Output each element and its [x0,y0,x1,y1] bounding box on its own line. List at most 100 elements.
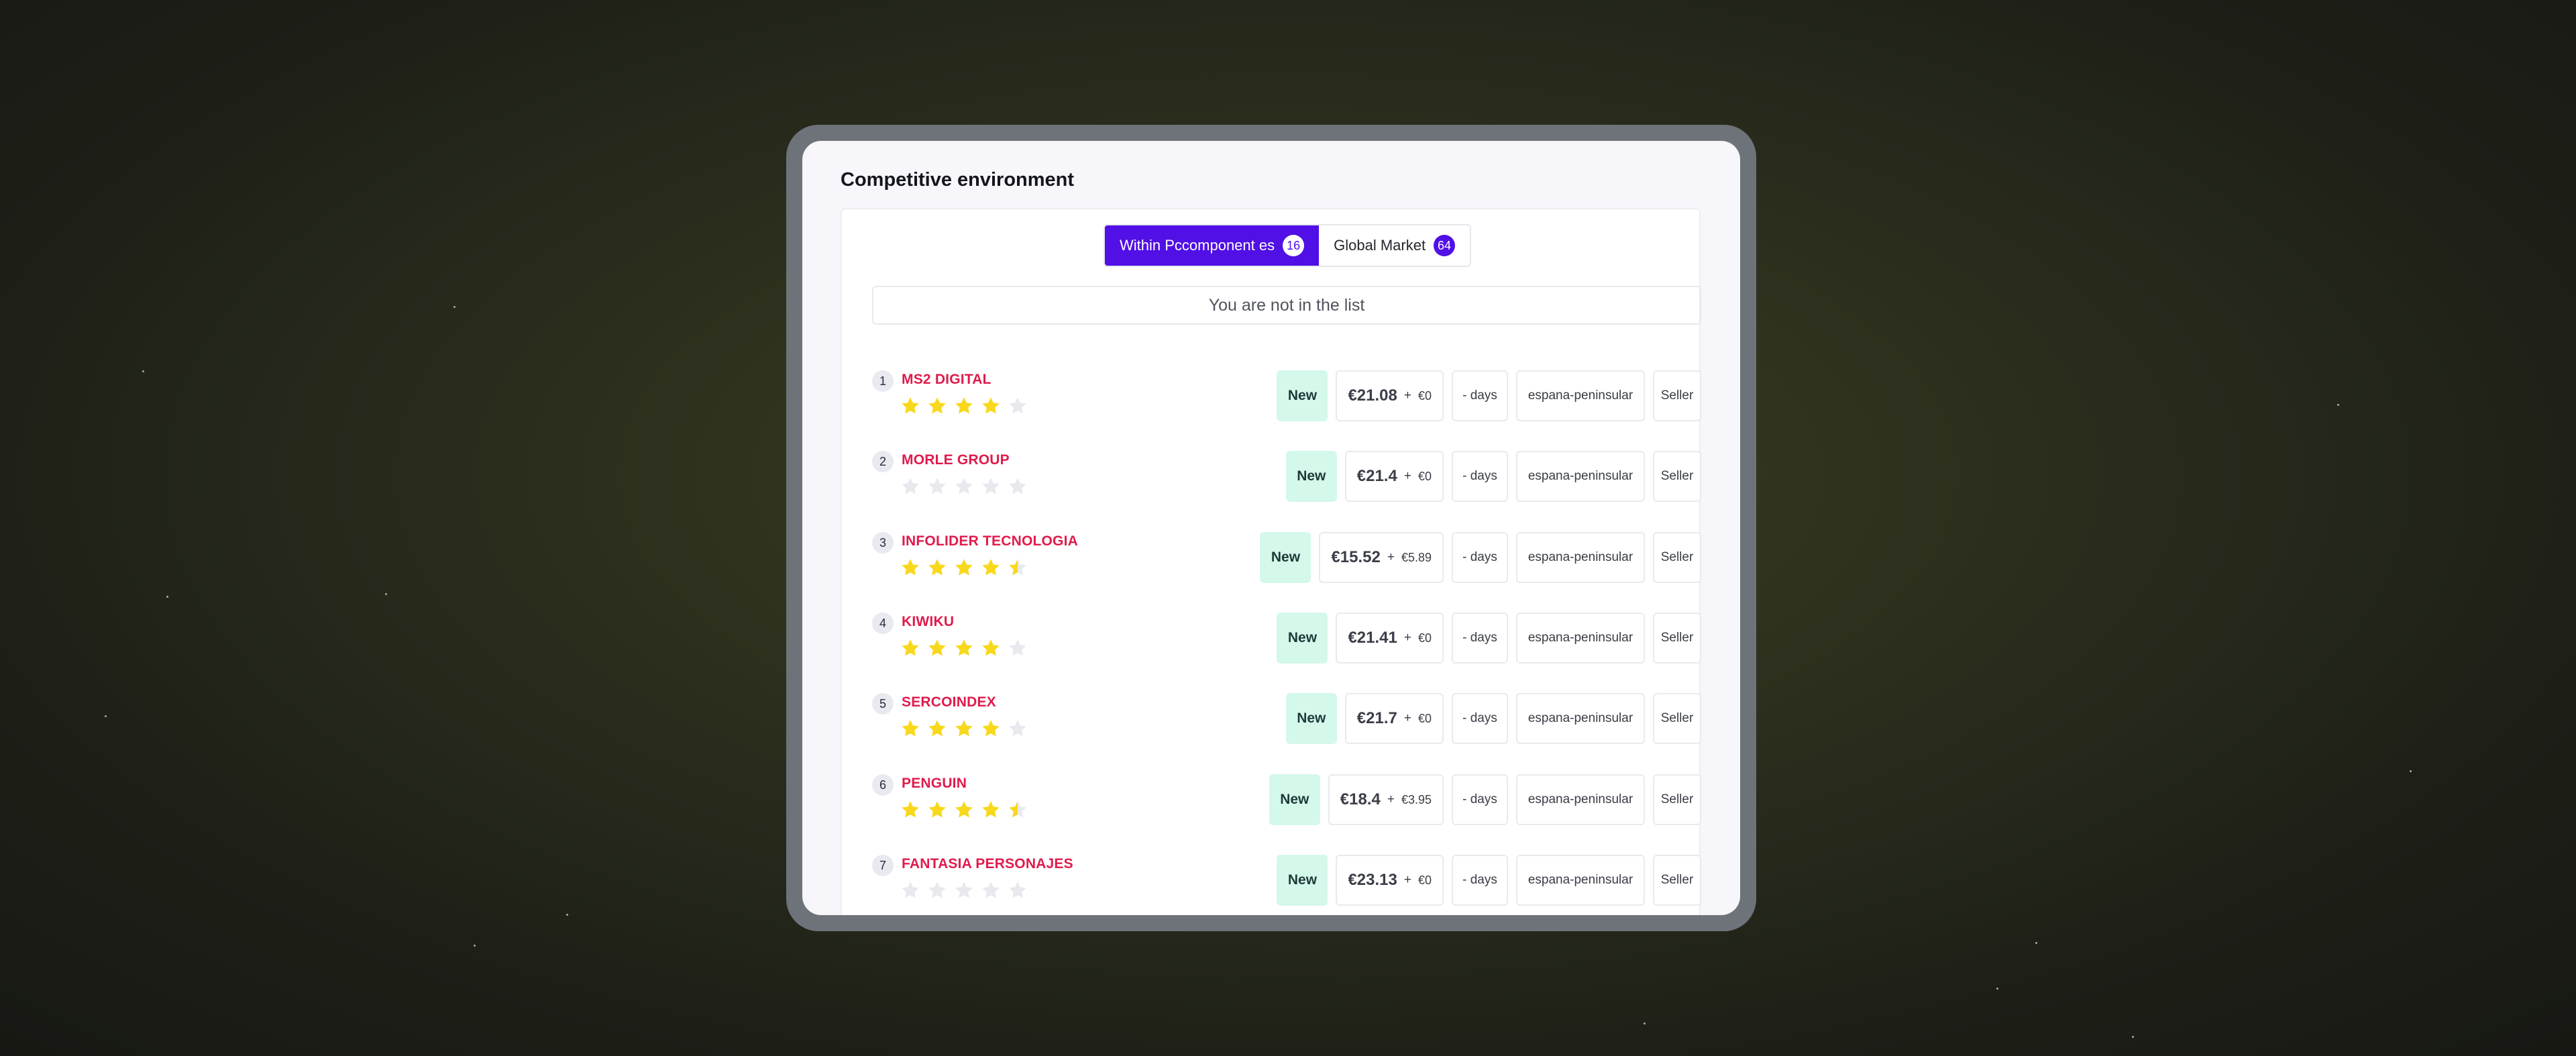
star-empty-icon [954,880,974,900]
competitors-card: Within Pccomponent es 16 Global Market 6… [841,208,1701,915]
price-value: €18.4 [1340,790,1381,808]
rating-stars [900,396,1028,416]
delivery-days: - days [1452,613,1508,664]
star-filled-icon [900,396,920,416]
competitive-panel: Competitive environment Within Pccompone… [802,141,1740,915]
shipping-cost: €0 [1417,469,1432,483]
price-value: €21.7 [1356,709,1397,727]
star-empty-icon [954,476,974,496]
price-box: €21.41 + €0 [1336,613,1444,664]
star-filled-icon [954,800,974,820]
price-value: €23.13 [1348,871,1397,889]
market-tabs: Within Pccomponent es 16 Global Market 6… [1104,224,1472,267]
offer-details: New €21.4 + €0 - days espana-peninsular Seller [1285,451,1701,502]
tab-global-market[interactable]: Global Market 64 [1319,225,1470,266]
plus-sign: + [1403,873,1411,887]
device-frame: Competitive environment Within Pccompone… [786,125,1756,931]
star-filled-icon [981,558,1001,578]
seller-row[interactable]: 2 MORLE GROUP New €21.4 + €0 - days espana-peni… [872,451,1701,505]
seller-name-link[interactable]: MORLE GROUP [902,452,1010,468]
seller-row[interactable]: 5 SERCOINDEX New €21.7 + €0 - days espana-penin… [872,693,1701,747]
star-filled-icon [954,719,974,739]
star-filled-icon [927,638,947,658]
seller-name-link[interactable]: KIWIKU [902,614,954,630]
rating-stars [900,476,1028,496]
rating-stars [900,880,1028,900]
plus-sign: + [1387,550,1395,564]
shipping-cost: €0 [1417,631,1432,645]
price-box: €15.52 + €5.89 [1319,532,1444,583]
rank-badge: 6 [872,774,894,796]
shipping-cost: €5.89 [1401,550,1432,564]
star-empty-icon [927,476,947,496]
seller-row[interactable]: 3 INFOLIDER TECNOLOGIA New €15.52 + €5.89 - da… [872,532,1701,586]
offer-details: New €23.13 + €0 - days espana-peninsular Selle… [1277,855,1701,906]
condition-badge: New [1277,613,1328,664]
shipping-region: espana-peninsular [1516,451,1645,502]
condition-badge: New [1260,532,1311,583]
delivery-days: - days [1452,532,1508,583]
star-filled-icon [900,800,920,820]
seller-name-link[interactable]: INFOLIDER TECNOLOGIA [902,533,1078,549]
star-empty-icon [1008,396,1028,416]
plus-sign: + [1403,631,1411,645]
seller-role: Seller [1653,693,1701,744]
star-empty-icon [981,880,1001,900]
star-filled-icon [954,638,974,658]
delivery-days: - days [1452,370,1508,421]
star-empty-icon [1008,880,1028,900]
condition-badge: New [1269,774,1320,825]
rank-badge: 1 [872,370,894,392]
star-filled-icon [981,800,1001,820]
rank-badge: 4 [872,613,894,634]
tab-within-pccomponent[interactable]: Within Pccomponent es 16 [1105,225,1320,266]
shipping-region: espana-peninsular [1516,855,1645,906]
offer-details: New €21.08 + €0 - days espana-peninsular Selle… [1277,370,1701,421]
shipping-cost: €0 [1417,711,1432,725]
shipping-region: espana-peninsular [1516,613,1645,664]
offer-details: New €18.4 + €3.95 - days espana-peninsular Sel… [1269,774,1701,825]
seller-name-link[interactable]: FANTASIA PERSONAJES [902,856,1073,872]
tab-label: Within Pccomponent es [1120,237,1275,254]
tab-count-badge: 16 [1283,235,1305,256]
shipping-cost: €0 [1417,388,1432,403]
star-filled-icon [900,638,920,658]
delivery-days: - days [1452,451,1508,502]
star-empty-icon [981,476,1001,496]
shipping-cost: €3.95 [1401,792,1432,806]
plus-sign: + [1403,711,1411,725]
seller-name-link[interactable]: PENGUIN [902,776,967,792]
shipping-region: espana-peninsular [1516,774,1645,825]
shipping-region: espana-peninsular [1516,693,1645,744]
star-filled-icon [900,719,920,739]
seller-name-link[interactable]: SERCOINDEX [902,694,996,710]
rating-stars [900,719,1028,739]
rank-badge: 3 [872,532,894,553]
seller-role: Seller [1653,613,1701,664]
seller-row[interactable]: 6 PENGUIN New €18.4 + €3.95 - days espana-penin… [872,774,1701,828]
delivery-days: - days [1452,855,1508,906]
rating-stars [900,800,1028,820]
seller-row[interactable]: 7 FANTASIA PERSONAJES New €23.13 + €0 - days es… [872,855,1701,908]
shipping-cost: €0 [1417,873,1432,887]
offer-details: New €15.52 + €5.89 - days espana-peninsular Se… [1260,532,1701,583]
rating-stars [900,558,1028,578]
tab-label: Global Market [1334,237,1426,254]
price-box: €21.4 + €0 [1344,451,1444,502]
price-value: €15.52 [1331,548,1381,566]
rank-badge: 2 [872,451,894,472]
rank-badge: 7 [872,855,894,876]
seller-row[interactable]: 4 KIWIKU New €21.41 + €0 - days espana-peninsul… [872,613,1701,666]
seller-name-link[interactable]: MS2 DIGITAL [902,372,991,388]
seller-role: Seller [1653,774,1701,825]
condition-badge: New [1285,693,1337,744]
offer-details: New €21.41 + €0 - days espana-peninsular Selle… [1277,613,1701,664]
rating-stars [900,638,1028,658]
panel-title: Competitive environment [841,169,1075,191]
condition-badge: New [1285,451,1337,502]
tab-count-badge: 64 [1434,235,1456,256]
seller-row[interactable]: 1 MS2 DIGITAL New €21.08 + €0 - days espana-pen… [872,370,1701,424]
rank-badge: 5 [872,693,894,715]
star-empty-icon [1008,476,1028,496]
plus-sign: + [1403,388,1411,403]
